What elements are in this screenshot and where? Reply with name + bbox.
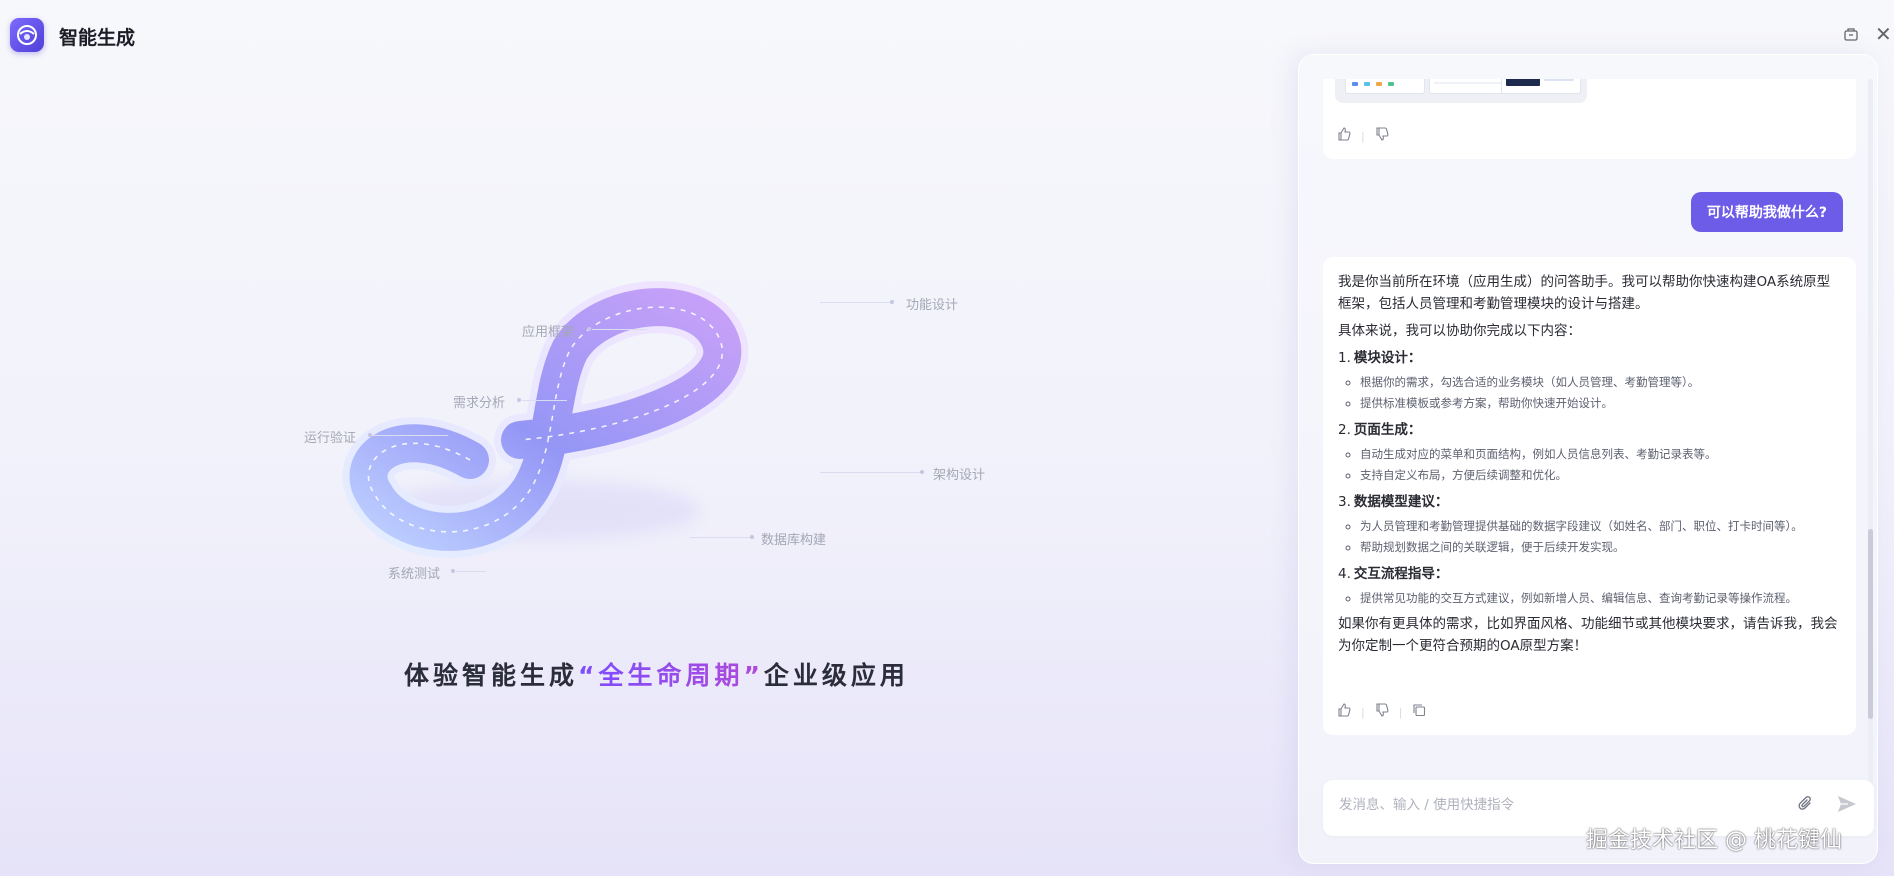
logo-icon (17, 25, 37, 45)
label-dot (920, 470, 924, 474)
section-items: 为人员管理和考勤管理提供基础的数据字段建议（如姓名、部门、职位、打卡时间等）。 … (1338, 516, 1843, 558)
pin-icon[interactable] (1843, 26, 1859, 46)
label-feature-design: 功能设计 (906, 298, 959, 313)
section-title: 1. 模块设计： (1338, 350, 1422, 366)
label-dot (517, 398, 521, 402)
label-line (522, 400, 567, 401)
slogan-post: 企业级应用 (763, 661, 909, 690)
reply-lead: 具体来说，我可以协助你完成以下内容： (1338, 323, 1581, 339)
separator: | (1398, 705, 1403, 719)
thumb-down-icon[interactable] (1375, 703, 1389, 721)
separator: | (1361, 705, 1365, 719)
label-runtime-verification: 运行验证 (304, 431, 357, 446)
label-dot (750, 535, 754, 539)
lifecycle-hero (280, 270, 1040, 590)
label-line (690, 537, 750, 538)
list-item: 提供标准模板或参考方案，帮助你快速开始设计。 (1360, 393, 1843, 414)
list-item: 提供常见功能的交互方式建议，例如新增人员、编辑信息、查询考勤记录等操作流程。 (1360, 588, 1843, 609)
assistant-reply-card: 我是你当前所在环境（应用生成）的问答助手。我可以帮助你快速构建OA系统原型框架，… (1323, 257, 1856, 735)
label-dot (368, 433, 372, 437)
list-item: 帮助规划数据之间的关联逻辑，便于后续开发实现。 (1360, 537, 1843, 558)
feedback-row: | (1337, 127, 1389, 145)
section-items: 提供常见功能的交互方式建议，例如新增人员、编辑信息、查询考勤记录等操作流程。 (1338, 588, 1843, 609)
chat-input[interactable] (1337, 796, 1781, 814)
feedback-row: | | (1337, 703, 1426, 721)
label-line (820, 472, 920, 473)
previous-assistant-message: | (1323, 79, 1856, 159)
hero-slogan: 体验智能生成“全生命周期”企业级应用 (404, 656, 909, 692)
separator: | (1361, 129, 1365, 143)
section-title: 4. 交互流程指导： (1338, 566, 1449, 582)
reply-intro: 我是你当前所在环境（应用生成）的问答助手。我可以帮助你快速构建OA系统原型框架，… (1338, 274, 1831, 312)
label-dot (451, 569, 455, 573)
template-thumbnail[interactable] (1501, 79, 1581, 94)
close-icon[interactable]: ✕ (1875, 22, 1892, 46)
label-dot (587, 327, 591, 331)
label-system-testing: 系统测试 (388, 567, 441, 582)
user-message-bubble: 可以帮助我做什么? (1690, 192, 1843, 232)
label-dot (890, 300, 894, 304)
template-thumbnail[interactable] (1345, 79, 1425, 94)
label-line (592, 329, 647, 330)
section-items: 自动生成对应的菜单和页面结构，例如人员信息列表、考勤记录表等。 支持自定义布局，… (1338, 444, 1843, 486)
label-line (820, 302, 890, 303)
slogan-pre: 体验智能生成 (404, 661, 579, 690)
section-title: 2. 页面生成： (1338, 422, 1422, 438)
slogan-highlight: “全生命周期” (578, 661, 764, 690)
reply-closing: 如果你有更具体的需求，比如界面风格、功能细节或其他模块要求，请告诉我，我会为你定… (1338, 616, 1838, 654)
assistant-reply-body: 我是你当前所在环境（应用生成）的问答助手。我可以帮助你快速构建OA系统原型框架，… (1338, 271, 1843, 662)
label-line (373, 435, 448, 436)
label-line (456, 571, 486, 572)
list-item: 支持自定义布局，方便后续调整和优化。 (1360, 465, 1843, 486)
copy-icon[interactable] (1412, 703, 1426, 721)
template-thumbnail[interactable] (1429, 79, 1509, 94)
send-icon[interactable] (1837, 795, 1857, 818)
infinity-loop-graphic (342, 281, 749, 558)
label-architecture-design: 架构设计 (933, 468, 986, 483)
label-requirement-analysis: 需求分析 (453, 396, 506, 411)
section-title: 3. 数据模型建议： (1338, 494, 1449, 510)
chat-panel: | 可以帮助我做什么? 我是你当前所在环境（应用生成）的问答助手。我可以帮助你快… (1298, 54, 1878, 864)
label-app-framework: 应用框架 (522, 325, 575, 340)
list-item: 根据你的需求，勾选合适的业务模块（如人员管理、考勤管理等）。 (1360, 372, 1843, 393)
chat-scrollbar-thumb[interactable] (1868, 529, 1873, 719)
thumb-down-icon[interactable] (1375, 127, 1389, 145)
app-title: 智能生成 (59, 27, 136, 49)
watermark: 掘金技术社区 @ 桃花键仙 (1586, 828, 1842, 853)
label-database-build: 数据库构建 (761, 533, 827, 548)
section-items: 根据你的需求，勾选合适的业务模块（如人员管理、考勤管理等）。 提供标准模板或参考… (1338, 372, 1843, 414)
list-item: 自动生成对应的菜单和页面结构，例如人员信息列表、考勤记录表等。 (1360, 444, 1843, 465)
app-logo (10, 18, 44, 52)
thumb-up-icon[interactable] (1337, 703, 1351, 721)
list-item: 为人员管理和考勤管理提供基础的数据字段建议（如姓名、部门、职位、打卡时间等）。 (1360, 516, 1843, 537)
chat-messages[interactable]: | 可以帮助我做什么? 我是你当前所在环境（应用生成）的问答助手。我可以帮助你快… (1299, 79, 1877, 809)
template-thumbnails (1335, 79, 1587, 103)
paperclip-icon[interactable] (1797, 795, 1815, 818)
thumb-up-icon[interactable] (1337, 127, 1351, 145)
